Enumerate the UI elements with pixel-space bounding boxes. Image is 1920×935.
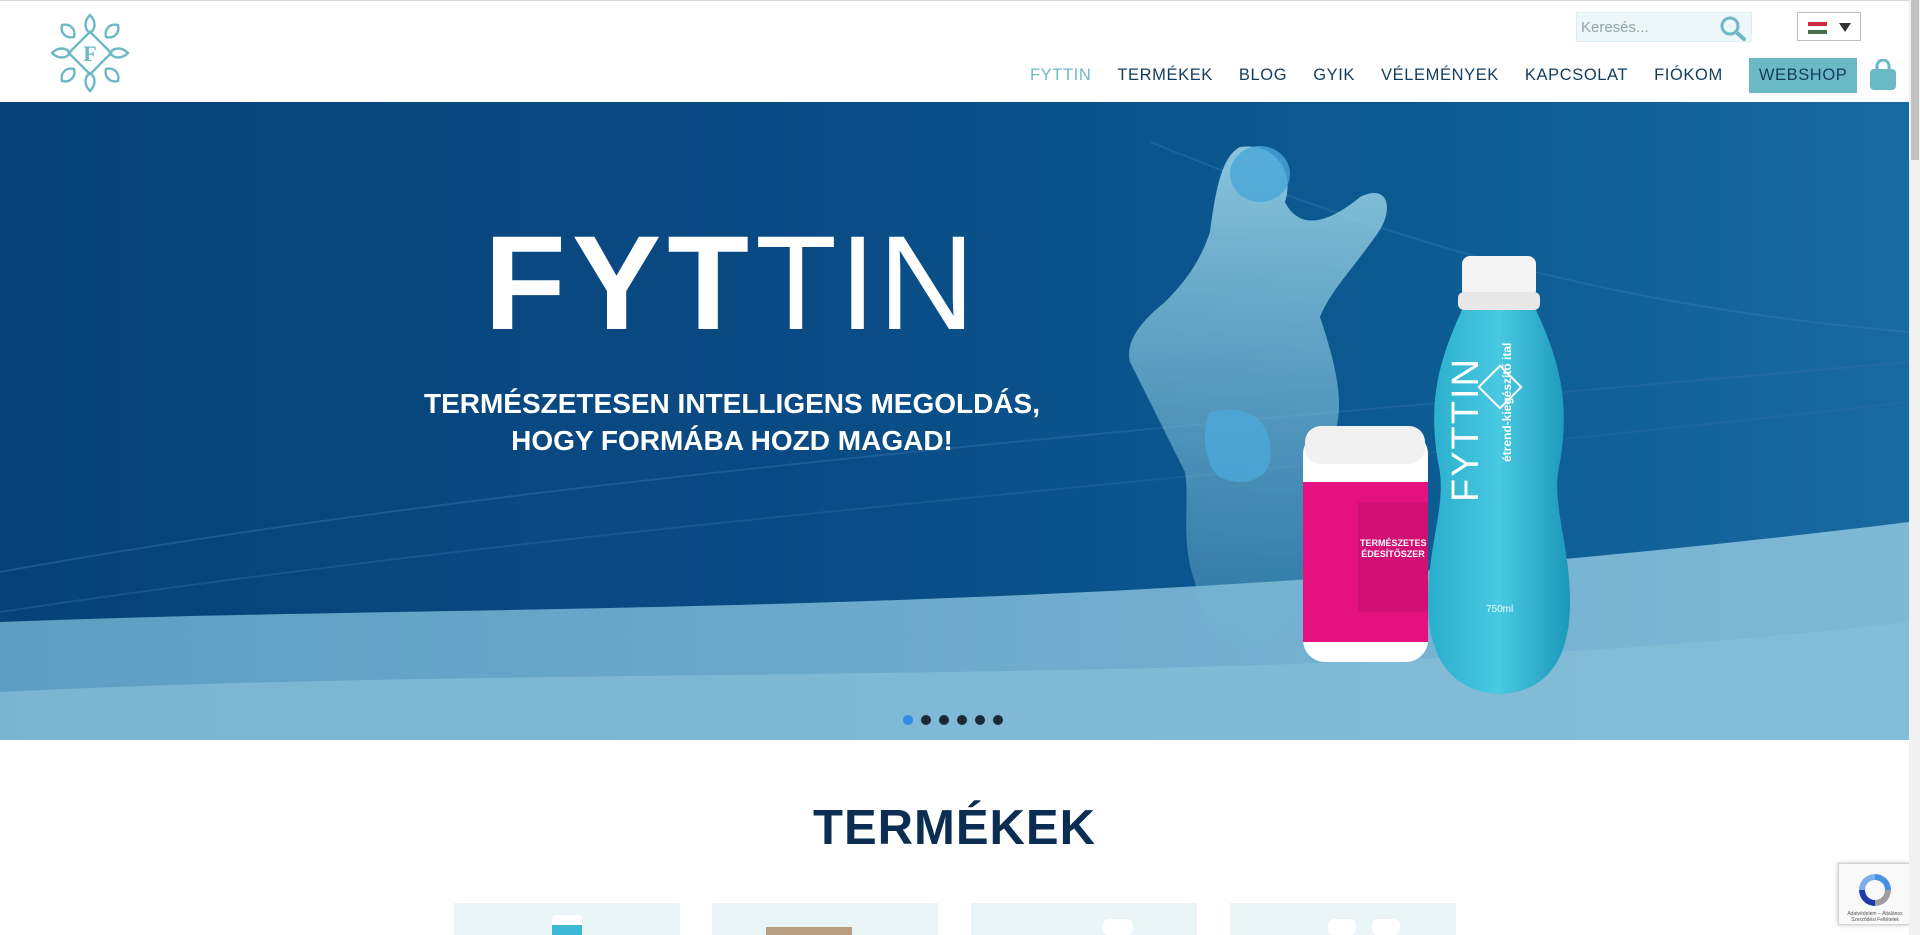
product-bottle-image bbox=[552, 915, 582, 935]
bottle-volume: 750ml bbox=[1486, 604, 1514, 615]
scrollbar-thumb[interactable] bbox=[1911, 0, 1919, 160]
hungarian-flag-icon bbox=[1808, 22, 1827, 34]
site-header: F FYTTIN TERMÉKEK BLOG GYIK VÉLEMÉNYEK K… bbox=[0, 0, 1909, 102]
product-card-3[interactable] bbox=[971, 903, 1197, 935]
nav-item-fyttin[interactable]: FYTTIN bbox=[1030, 66, 1091, 85]
recaptcha-badge[interactable]: Adatvédelem – Általános Szerződési Felté… bbox=[1838, 863, 1910, 925]
slider-dot-1[interactable] bbox=[903, 715, 913, 725]
webshop-button[interactable]: WEBSHOP bbox=[1748, 57, 1858, 93]
hero-brand-bold: FYT bbox=[484, 209, 756, 358]
bottle-brand: FYTTIN bbox=[1445, 357, 1487, 502]
product-jar-image bbox=[1103, 919, 1133, 935]
product-card-4[interactable] bbox=[1230, 903, 1456, 935]
main-nav: FYTTIN TERMÉKEK BLOG GYIK VÉLEMÉNYEK KAP… bbox=[1030, 57, 1897, 93]
bottle-text: étrend-kiegészítő ital bbox=[1500, 342, 1514, 462]
hero-tagline: TERMÉSZETESEN INTELLIGENS MEGOLDÁS, HOGY… bbox=[372, 385, 1092, 459]
nav-item-velemenyek[interactable]: VÉLEMÉNYEK bbox=[1381, 66, 1499, 85]
product-card-2[interactable] bbox=[712, 903, 938, 935]
caret-down-icon bbox=[1839, 23, 1851, 32]
slider-dot-6[interactable] bbox=[993, 715, 1003, 725]
search-input[interactable] bbox=[1577, 13, 1717, 41]
hero-brand-light: TIN bbox=[755, 209, 977, 358]
svg-text:F: F bbox=[83, 41, 96, 66]
search-box bbox=[1576, 12, 1752, 42]
product-box-image bbox=[766, 927, 852, 935]
hero-slider[interactable]: FYTTIN TERMÉSZETESEN INTELLIGENS MEGOLDÁ… bbox=[0, 102, 1909, 740]
hero-tagline-line2: HOGY FORMÁBA HOZD MAGAD! bbox=[511, 425, 953, 456]
fyttin-logo[interactable]: F bbox=[48, 11, 132, 95]
nav-item-termekek[interactable]: TERMÉKEK bbox=[1117, 66, 1213, 85]
slider-dots bbox=[903, 715, 1011, 727]
products-section-title: TERMÉKEK bbox=[813, 801, 1096, 855]
nav-item-kapcsolat[interactable]: KAPCSOLAT bbox=[1525, 66, 1628, 85]
slider-dot-4[interactable] bbox=[957, 715, 967, 725]
product-bundle-image bbox=[1328, 919, 1400, 935]
recaptcha-icon bbox=[1859, 874, 1891, 906]
jar-label-line1: TERMÉSZETES bbox=[1360, 538, 1427, 548]
search-icon[interactable] bbox=[1719, 15, 1747, 41]
slider-dot-5[interactable] bbox=[975, 715, 985, 725]
jar-label-line2: ÉDESÍTŐSZER bbox=[1361, 549, 1425, 559]
hero-brand-wordmark: FYTTIN bbox=[484, 217, 1004, 351]
hero-tagline-line1: TERMÉSZETESEN INTELLIGENS MEGOLDÁS, bbox=[423, 388, 1041, 419]
nav-item-blog[interactable]: BLOG bbox=[1239, 66, 1287, 85]
nav-item-fiokom[interactable]: FIÓKOM bbox=[1654, 66, 1723, 85]
page-scrollbar[interactable] bbox=[1909, 0, 1920, 935]
nav-item-gyik[interactable]: GYIK bbox=[1313, 66, 1355, 85]
recaptcha-privacy-terms[interactable]: Adatvédelem – Általános Szerződési Felté… bbox=[1841, 911, 1909, 923]
slider-dot-3[interactable] bbox=[939, 715, 949, 725]
product-card-1[interactable] bbox=[454, 903, 680, 935]
shopping-bag-icon[interactable] bbox=[1869, 59, 1897, 91]
jar-label: TERMÉSZETES ÉDESÍTŐSZER bbox=[1360, 538, 1427, 560]
language-select[interactable] bbox=[1797, 12, 1861, 41]
slider-dot-2[interactable] bbox=[921, 715, 931, 725]
